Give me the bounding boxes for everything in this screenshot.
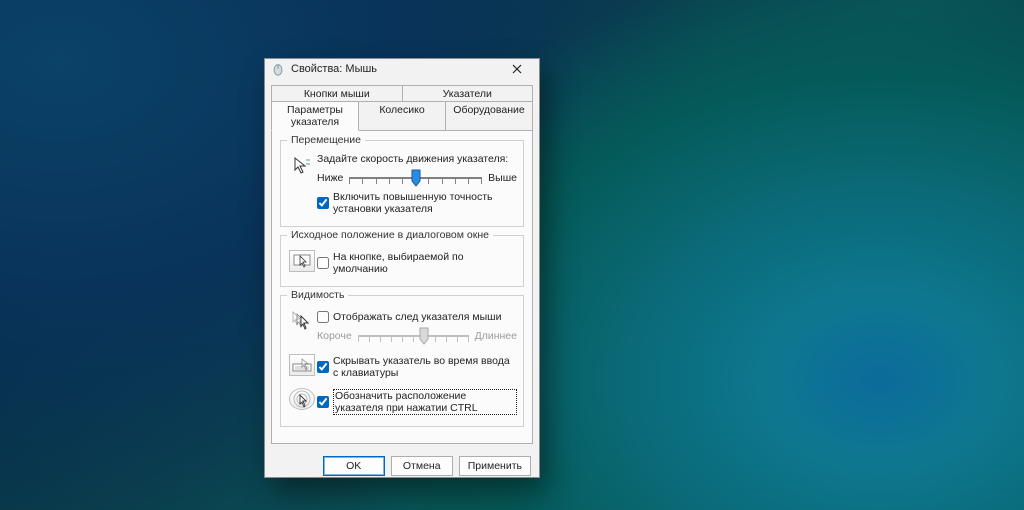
ok-button[interactable]: OK bbox=[323, 456, 385, 476]
pointer-speed-label: Задайте скорость движения указателя: bbox=[317, 153, 517, 165]
window-title: Свойства: Мышь bbox=[291, 63, 501, 75]
close-button[interactable] bbox=[501, 59, 533, 79]
pointer-speed-icon bbox=[292, 155, 312, 178]
tab-pointer-options[interactable]: Параметры указателя bbox=[271, 101, 359, 131]
tab-mouse-buttons[interactable]: Кнопки мыши bbox=[271, 85, 403, 102]
pointer-speed-slider[interactable] bbox=[349, 168, 482, 188]
pointer-trails-slider bbox=[358, 326, 469, 346]
enhance-precision-checkbox[interactable]: Включить повышенную точность установки у… bbox=[317, 191, 517, 215]
cancel-button[interactable]: Отмена bbox=[391, 456, 453, 476]
group-snap-to-legend: Исходное положение в диалоговом окне bbox=[287, 229, 493, 241]
pointer-trails-label: Отображать след указателя мыши bbox=[333, 311, 501, 323]
tab-wheel[interactable]: Колесико bbox=[359, 101, 446, 131]
close-icon bbox=[512, 64, 522, 74]
trails-long-label: Длиннее bbox=[475, 330, 517, 342]
group-motion: Перемещение Задайте скорость движения ук… bbox=[280, 140, 524, 227]
group-snap-to: Исходное положение в диалоговом окне bbox=[280, 235, 524, 287]
pointer-trails-checkbox[interactable]: Отображать след указателя мыши bbox=[317, 311, 517, 323]
titlebar[interactable]: Свойства: Мышь bbox=[265, 59, 539, 79]
trails-short-label: Короче bbox=[317, 330, 352, 342]
dialog-footer: OK Отмена Применить bbox=[265, 450, 539, 484]
mouse-icon bbox=[271, 62, 285, 76]
hide-typing-icon bbox=[289, 354, 315, 376]
snap-to-icon bbox=[289, 250, 315, 272]
speed-slow-label: Ниже bbox=[317, 172, 343, 184]
tab-hardware[interactable]: Оборудование bbox=[446, 101, 533, 131]
tab-strip: Кнопки мыши Указатели Параметры указател… bbox=[265, 79, 539, 130]
mouse-properties-dialog: Свойства: Мышь Кнопки мыши Указатели Пар… bbox=[264, 58, 540, 478]
enhance-precision-label: Включить повышенную точность установки у… bbox=[333, 191, 517, 215]
tab-pointers[interactable]: Указатели bbox=[403, 85, 534, 102]
ctrl-locate-label: Обозначить расположение указателя при на… bbox=[333, 389, 517, 415]
group-motion-legend: Перемещение bbox=[287, 134, 365, 146]
speed-fast-label: Выше bbox=[488, 172, 517, 184]
pointer-trails-icon bbox=[291, 310, 313, 333]
apply-button[interactable]: Применить bbox=[459, 456, 531, 476]
group-visibility: Видимость bbox=[280, 295, 524, 427]
hide-pointer-typing-label: Скрывать указатель во время ввода с клав… bbox=[333, 355, 517, 379]
tab-content-pointer-options: Перемещение Задайте скорость движения ук… bbox=[271, 130, 533, 444]
desktop-wallpaper: Свойства: Мышь Кнопки мыши Указатели Пар… bbox=[0, 0, 1024, 510]
ctrl-locate-checkbox[interactable]: Обозначить расположение указателя при на… bbox=[317, 389, 517, 415]
group-visibility-legend: Видимость bbox=[287, 289, 348, 301]
ctrl-locate-icon bbox=[289, 388, 315, 410]
snap-to-label: На кнопке, выбираемой по умолчанию bbox=[333, 251, 517, 275]
hide-pointer-typing-checkbox[interactable]: Скрывать указатель во время ввода с клав… bbox=[317, 355, 517, 379]
snap-to-checkbox[interactable]: На кнопке, выбираемой по умолчанию bbox=[317, 251, 517, 275]
